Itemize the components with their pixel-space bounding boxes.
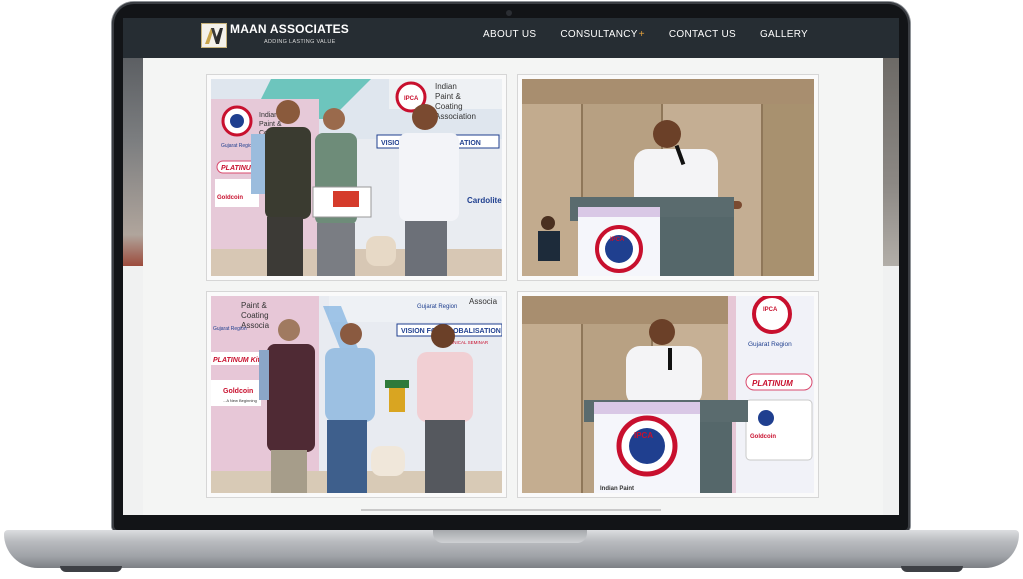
svg-text:IPCA: IPCA: [763, 307, 778, 313]
nav-consultancy-label: CONSULTANCY: [560, 29, 638, 40]
gallery-photo-2[interactable]: IPCA: [517, 74, 819, 281]
svg-text:Paint &: Paint &: [435, 92, 461, 101]
nav-about-us-label: ABOUT US: [483, 29, 537, 40]
laptop-foot: [60, 566, 122, 572]
laptop-foot: [901, 566, 963, 572]
nav-gallery[interactable]: GALLERY: [760, 29, 808, 43]
nav-consultancy[interactable]: CONSULTANCY+: [560, 29, 645, 43]
svg-text:IPCA: IPCA: [404, 96, 419, 102]
brand-tagline: ADDING LASTING VALUE: [264, 39, 336, 45]
brand-name[interactable]: MAAN ASSOCIATES: [230, 22, 349, 36]
svg-text:IPCA: IPCA: [610, 237, 625, 243]
gallery-photo-4[interactable]: IPCA Gujarat Region PLATINUM Goldcoin IP…: [517, 291, 819, 498]
svg-text:PLATINUM Kit S: PLATINUM Kit S: [213, 357, 267, 364]
svg-text:Gujarat Region: Gujarat Region: [417, 304, 457, 310]
svg-text:Paint &: Paint &: [241, 301, 267, 310]
svg-text:IPCA: IPCA: [634, 431, 653, 440]
nav-gallery-label: GALLERY: [759, 29, 809, 40]
svg-text:Paint &: Paint &: [259, 121, 282, 128]
laptop-mockup: M MAAN ASSOCIATES ADDING LASTING VALUE A…: [0, 0, 1023, 579]
background-photo-strip: [123, 58, 143, 266]
svg-text:Coating: Coating: [241, 311, 269, 320]
svg-text:Goldcoin: Goldcoin: [750, 434, 776, 440]
svg-text:Association: Association: [435, 112, 476, 121]
svg-text:Goldcoin: Goldcoin: [217, 195, 243, 201]
navbar: M MAAN ASSOCIATES ADDING LASTING VALUE A…: [123, 18, 899, 58]
event-photo: IPCA Gujarat Region PLATINUM Goldcoin IP…: [522, 296, 814, 493]
svg-text:Gujarat Region: Gujarat Region: [221, 143, 255, 149]
screen: M MAAN ASSOCIATES ADDING LASTING VALUE A…: [123, 18, 899, 515]
gallery-photo-1[interactable]: Indian Paint & Coating Association Gujar…: [206, 74, 507, 281]
gallery-photo-3[interactable]: Paint & Coating Associa Gujarat Region P…: [206, 291, 507, 498]
background-photo-strip: [883, 58, 899, 266]
svg-text:Indian Paint: Indian Paint: [600, 486, 634, 492]
laptop-notch: [433, 530, 587, 543]
brand-logo[interactable]: M: [201, 23, 227, 48]
svg-text:Indian: Indian: [435, 82, 457, 91]
camera-icon: [506, 10, 512, 16]
svg-text:PLATINUM: PLATINUM: [752, 379, 793, 388]
event-photo: Paint & Coating Associa Gujarat Region P…: [211, 296, 502, 493]
event-photo: Indian Paint & Coating Association Gujar…: [211, 79, 502, 276]
main-nav: ABOUT US CONSULTANCY+ CONTACT US GALLERY: [483, 29, 832, 43]
svg-text:Gujarat Region: Gujarat Region: [748, 341, 792, 348]
svg-text:Cardolite: Cardolite: [467, 196, 502, 205]
svg-text:Indian: Indian: [259, 112, 278, 119]
svg-text:Associa: Associa: [469, 297, 498, 306]
page-divider: [361, 509, 661, 511]
nav-contact-us-label: CONTACT US: [668, 29, 736, 40]
svg-text:...A New Beginning: ...A New Beginning: [223, 398, 257, 403]
svg-text:Gujarat Region: Gujarat Region: [213, 326, 247, 332]
svg-text:Goldcoin: Goldcoin: [223, 388, 253, 395]
event-photo: IPCA: [522, 79, 814, 276]
svg-text:Coating: Coating: [435, 102, 463, 111]
nav-about-us[interactable]: ABOUT US: [483, 29, 536, 43]
expand-plus-icon: +: [638, 29, 645, 40]
nav-contact-us[interactable]: CONTACT US: [669, 29, 736, 43]
logo-mark-icon: M: [205, 28, 223, 44]
